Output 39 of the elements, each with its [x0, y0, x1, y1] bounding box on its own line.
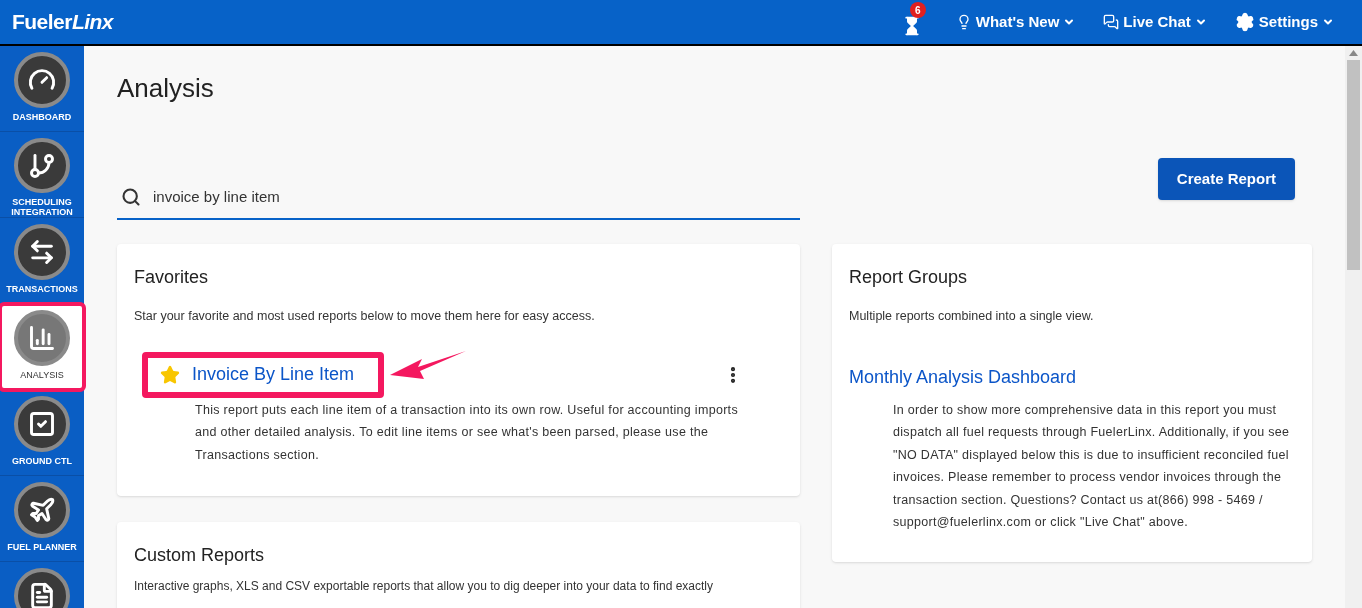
- chat-icon: [1103, 14, 1120, 30]
- sidebar-item[interactable]: SCHEDULING INTEGRATION: [0, 132, 84, 218]
- report-link-row[interactable]: Invoice By Line Item: [142, 351, 385, 398]
- search-field[interactable]: invoice by line item: [153, 185, 796, 209]
- sidebar-item[interactable]: FUEL PLANNER: [0, 476, 84, 562]
- report-group-description: In order to show more comprehensive data in this report you must dispatch all fuel requests through FuelerLinx. Additionally, if you see "NO DATA" displayed below this is due to insufficient reconciled fuel invoices. Please remember to process vendor invoices through the transaction section. Questions? Contact us at(866) 998 - 5469 / support@fuelerlinx.com or click "Live Chat" above.: [893, 401, 1291, 532]
- sidebar-item[interactable]: GROUND CTL: [0, 390, 84, 476]
- plane-icon: [14, 482, 70, 538]
- branch-icon: [14, 138, 70, 193]
- menu-dropdown[interactable]: What's New: [955, 10, 1076, 34]
- menu-dropdown[interactable]: Settings: [1234, 10, 1334, 34]
- sidebar-item[interactable]: TRANSACTIONS: [0, 218, 84, 304]
- report-link[interactable]: Invoice By Line Item: [192, 361, 355, 389]
- search-icon: [121, 187, 141, 207]
- page-title: Analysis: [117, 72, 215, 104]
- create-report-button[interactable]: Create Report: [1157, 158, 1295, 200]
- notification-count: 6: [909, 2, 926, 18]
- scrollbar-thumb[interactable]: [1347, 60, 1360, 270]
- logo[interactable]: FuelerLinx: [12, 6, 113, 38]
- card-title: Custom Reports: [134, 544, 266, 568]
- card-description: Multiple reports combined into a single view.: [849, 308, 1095, 325]
- scrollbar[interactable]: [1345, 46, 1362, 608]
- gauge-icon: [14, 52, 70, 108]
- sidebar-item[interactable]: DASHBOARD: [0, 46, 84, 132]
- card-title: Report Groups: [849, 266, 969, 289]
- menu-dropdown[interactable]: Live Chat: [1103, 10, 1207, 34]
- star-icon[interactable]: [160, 364, 180, 385]
- sidebar-item[interactable]: ANALYSIS: [0, 304, 84, 390]
- bar-chart-icon: [14, 310, 70, 366]
- notifications-button[interactable]: 6: [895, 2, 928, 42]
- card-description: Star your favorite and most used reports below to move them here for easy access.: [134, 308, 596, 325]
- settings-icon: [1234, 12, 1255, 32]
- report-group-link[interactable]: Monthly Analysis Dashboard: [849, 366, 1077, 387]
- scroll-up-icon[interactable]: [1349, 50, 1358, 56]
- card-title: Favorites: [134, 266, 210, 289]
- document-icon: [14, 568, 70, 608]
- card-description: Interactive graphs, XLS and CSV exportable reports that allow you to dig deeper into your data to find exactly: [134, 578, 714, 596]
- swap-arrows-icon: [14, 224, 70, 280]
- report-description: This report puts each line item of a transaction into its own row. Useful for accounting imports and other detailed analysis. To edit line items or see what's been parsed, please use the Transactions section.: [195, 401, 739, 464]
